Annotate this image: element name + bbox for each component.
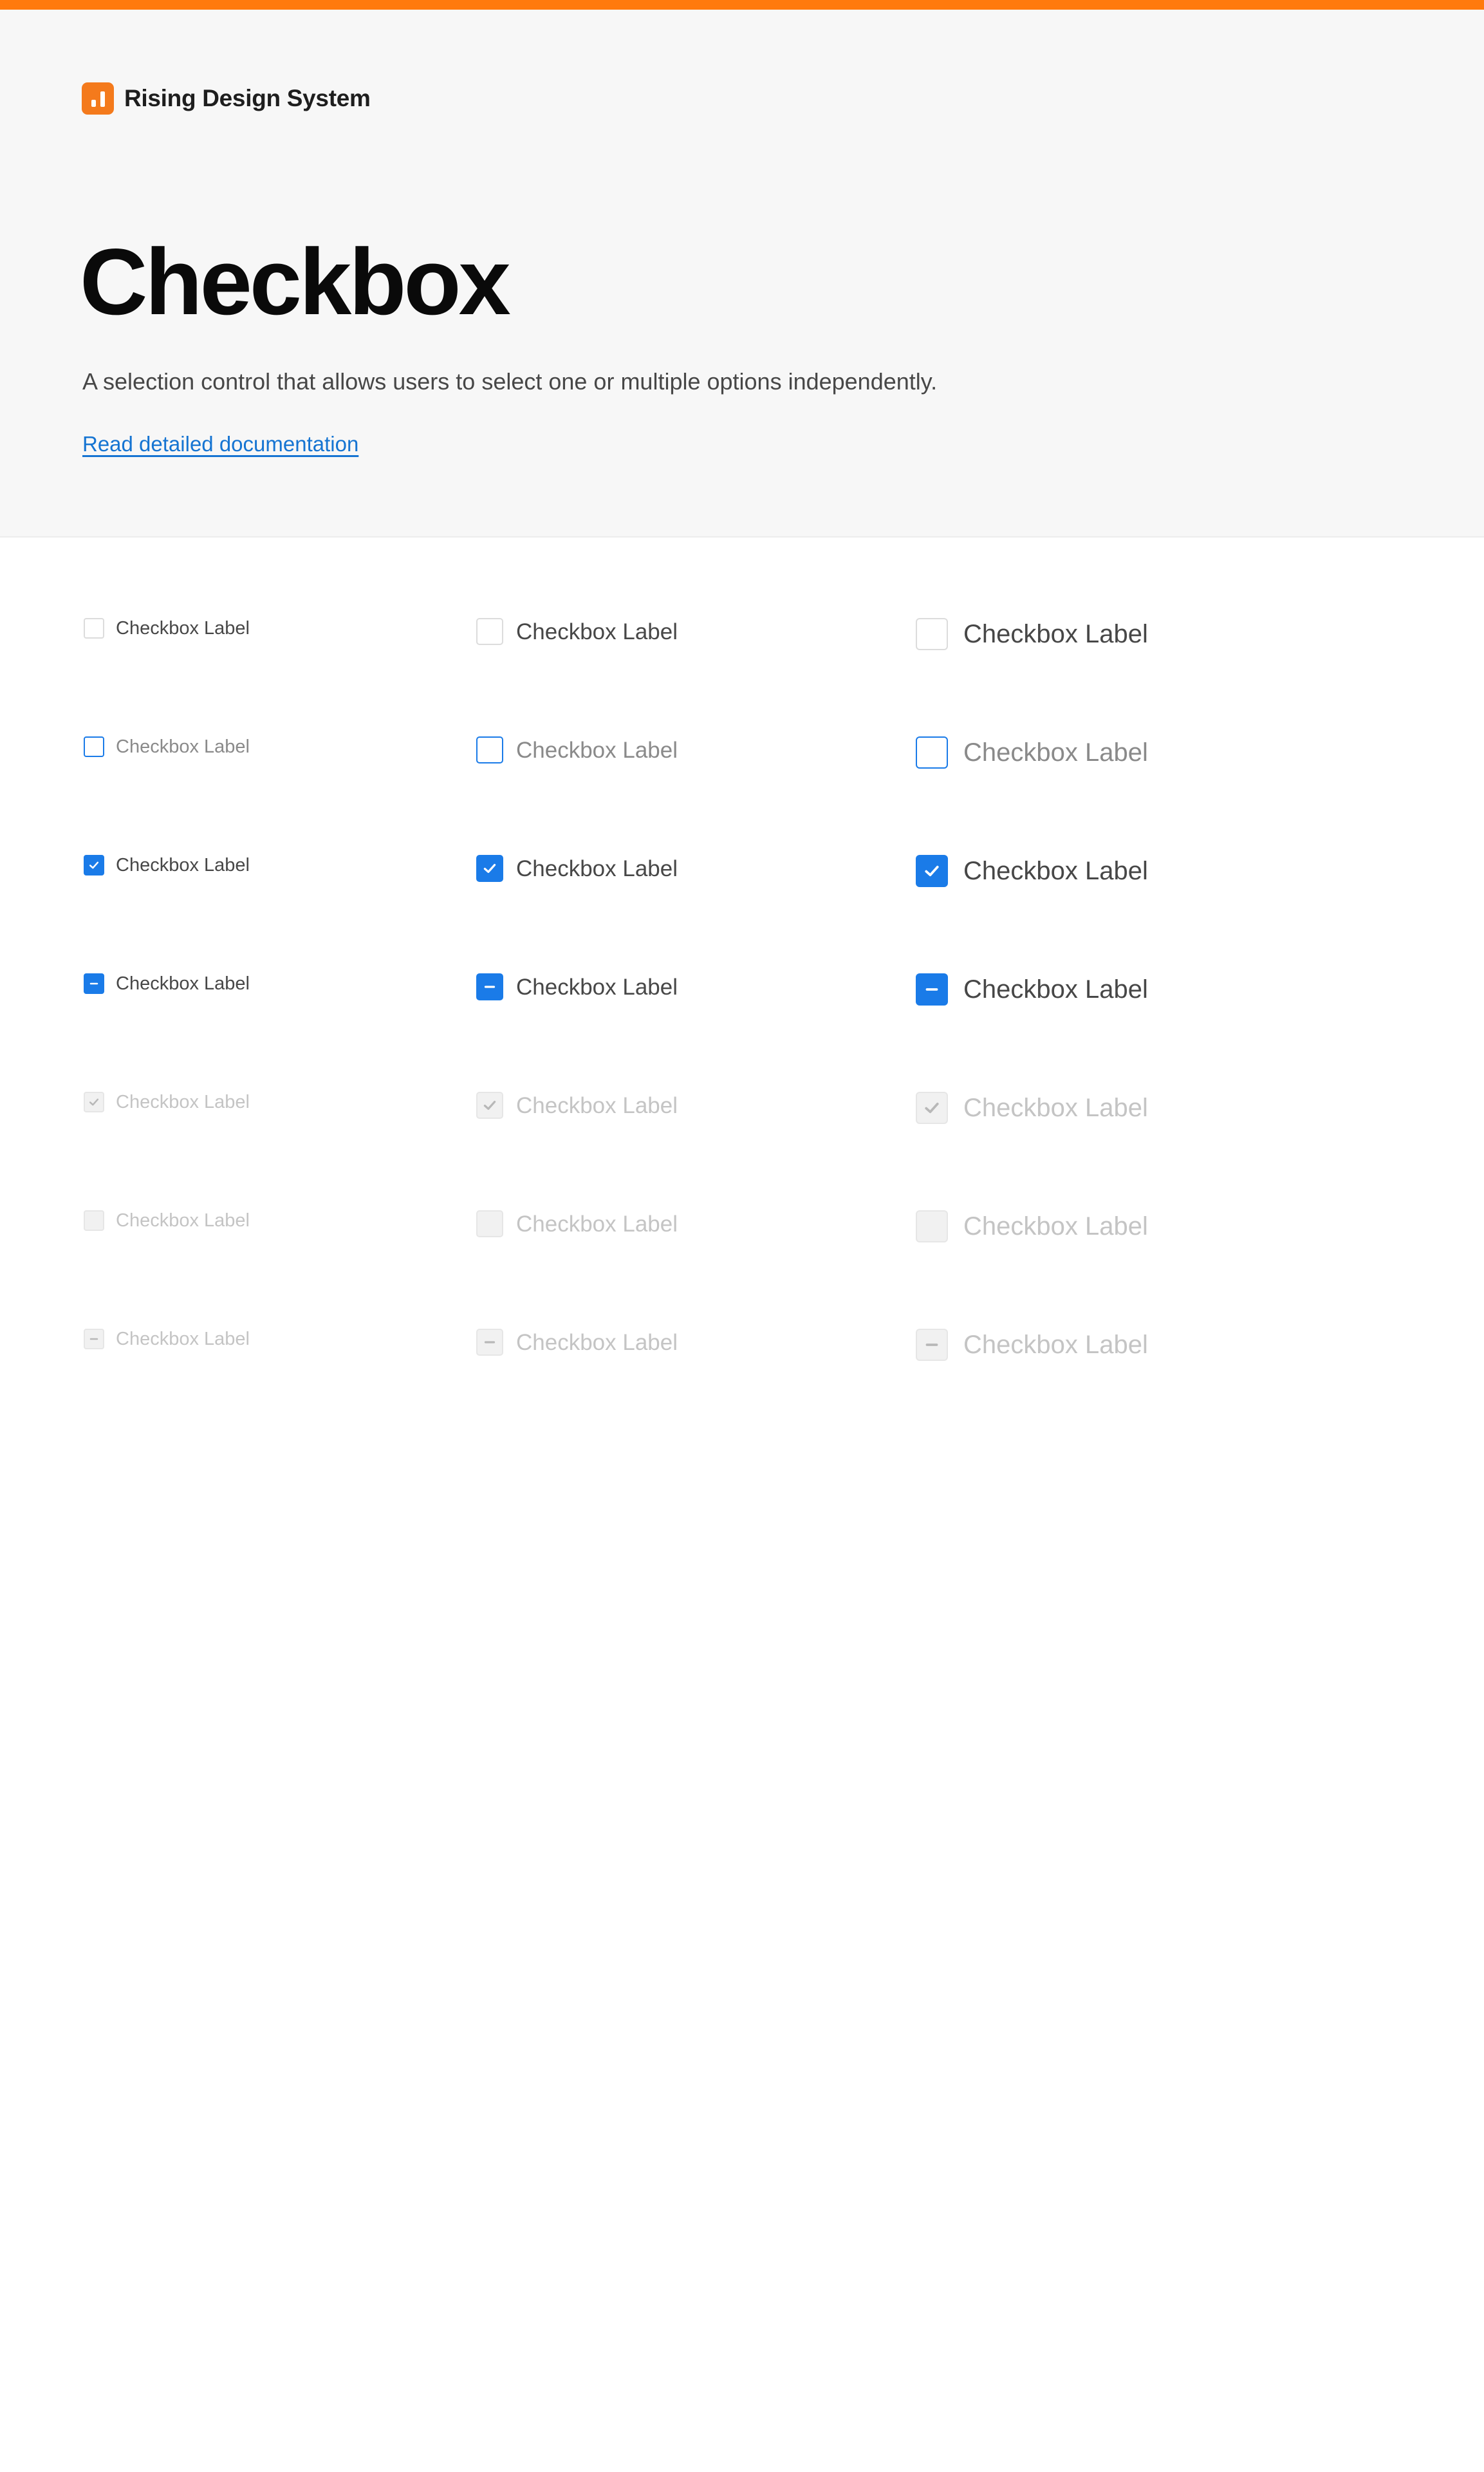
checkmark-icon: [84, 855, 104, 876]
checkbox-default-md[interactable]: Checkbox Label: [476, 618, 678, 645]
checkbox-label: Checkbox Label: [963, 857, 1148, 885]
minus-icon: [84, 973, 104, 994]
minus-icon: [476, 973, 503, 1000]
checkbox-row-checked: Checkbox Label Checkbox Label Checkbox Lab…: [0, 855, 1484, 894]
checkbox-row-default: Checkbox Label Checkbox Label Checkbox Lab…: [0, 618, 1484, 657]
checkbox-disabled-indeterminate-md: Checkbox Label: [476, 1329, 678, 1356]
checkbox-label: Checkbox Label: [963, 975, 1148, 1004]
focused-checkbox-icon: [84, 736, 104, 757]
checkbox-row-focused: Checkbox Label Checkbox Label Checkbox Lab…: [0, 736, 1484, 775]
checkbox-label: Checkbox Label: [116, 854, 250, 876]
checkbox-label: Checkbox Label: [516, 974, 678, 1000]
checkbox-label: Checkbox Label: [963, 738, 1148, 767]
checkmark-icon: [916, 1092, 948, 1124]
checkbox-label: Checkbox Label: [116, 736, 250, 757]
empty-checkbox-icon: [916, 1210, 948, 1242]
focused-checkbox-icon: [476, 736, 503, 763]
checkbox-indeterminate-sm[interactable]: Checkbox Label: [84, 973, 250, 994]
focused-checkbox-icon: [916, 736, 948, 769]
documentation-link[interactable]: Read detailed documentation: [82, 432, 358, 456]
checkbox-label: Checkbox Label: [516, 856, 678, 881]
checkmark-icon: [476, 1092, 503, 1119]
minus-icon: [916, 973, 948, 1006]
empty-checkbox-icon: [476, 1210, 503, 1237]
checkmark-icon: [84, 1092, 104, 1112]
checkbox-row-disabled-checked: Checkbox Label Checkbox Label Checkbox Lab…: [0, 1092, 1484, 1130]
empty-checkbox-icon: [476, 618, 503, 645]
page-description: A selection control that allows users to…: [82, 368, 938, 395]
minus-icon: [476, 1329, 503, 1356]
checkbox-disabled-md: Checkbox Label: [476, 1210, 678, 1237]
checkbox-disabled-checked-sm: Checkbox Label: [84, 1092, 250, 1112]
checkbox-label: Checkbox Label: [516, 1211, 678, 1237]
checkbox-label: Checkbox Label: [963, 1212, 1148, 1241]
checkbox-disabled-indeterminate-lg: Checkbox Label: [916, 1329, 1148, 1361]
checkbox-row-disabled: Checkbox Label Checkbox Label Checkbox Lab…: [0, 1210, 1484, 1249]
checkbox-label: Checkbox Label: [516, 737, 678, 763]
checkbox-disabled-indeterminate-sm: Checkbox Label: [84, 1329, 250, 1349]
empty-checkbox-icon: [916, 618, 948, 650]
checkmark-icon: [916, 855, 948, 887]
minus-icon: [84, 1329, 104, 1349]
checkbox-row-indeterminate: Checkbox Label Checkbox Label Checkbox Lab…: [0, 973, 1484, 1012]
page-header: Rising Design System Checkbox A selectio…: [0, 10, 1484, 538]
checkbox-label: Checkbox Label: [116, 617, 250, 639]
checkbox-default-lg[interactable]: Checkbox Label: [916, 618, 1148, 650]
checkbox-disabled-lg: Checkbox Label: [916, 1210, 1148, 1242]
brand[interactable]: Rising Design System: [82, 82, 371, 115]
checkbox-label: Checkbox Label: [516, 1092, 678, 1118]
checkbox-disabled-checked-lg: Checkbox Label: [916, 1092, 1148, 1124]
checkbox-label: Checkbox Label: [116, 1328, 250, 1349]
brand-name: Rising Design System: [124, 85, 371, 111]
bar-chart-logo-icon: [82, 82, 114, 115]
checkbox-label: Checkbox Label: [116, 1210, 250, 1231]
checkmark-icon: [476, 855, 503, 882]
top-accent-bar: [0, 0, 1484, 10]
checkbox-label: Checkbox Label: [516, 619, 678, 644]
checkbox-checked-sm[interactable]: Checkbox Label: [84, 855, 250, 876]
checkbox-indeterminate-md[interactable]: Checkbox Label: [476, 973, 678, 1000]
checkbox-focused-md[interactable]: Checkbox Label: [476, 736, 678, 763]
checkbox-label: Checkbox Label: [963, 1094, 1148, 1122]
checkbox-row-disabled-indeterminate: Checkbox Label Checkbox Label Checkbox Lab…: [0, 1329, 1484, 1367]
checkbox-label: Checkbox Label: [963, 620, 1148, 648]
checkbox-disabled-sm: Checkbox Label: [84, 1210, 250, 1231]
page-title: Checkbox: [80, 229, 511, 334]
empty-checkbox-icon: [84, 1210, 104, 1231]
checkbox-label: Checkbox Label: [963, 1331, 1148, 1359]
checkbox-disabled-checked-md: Checkbox Label: [476, 1092, 678, 1119]
checkbox-indeterminate-lg[interactable]: Checkbox Label: [916, 973, 1148, 1006]
empty-checkbox-icon: [84, 618, 104, 639]
minus-icon: [916, 1329, 948, 1361]
checkbox-default-sm[interactable]: Checkbox Label: [84, 618, 250, 639]
checkbox-checked-lg[interactable]: Checkbox Label: [916, 855, 1148, 887]
checkbox-label: Checkbox Label: [116, 1091, 250, 1112]
checkbox-checked-md[interactable]: Checkbox Label: [476, 855, 678, 882]
checkbox-label: Checkbox Label: [516, 1329, 678, 1355]
checkbox-label: Checkbox Label: [116, 973, 250, 994]
checkbox-focused-lg[interactable]: Checkbox Label: [916, 736, 1148, 769]
checkbox-focused-sm[interactable]: Checkbox Label: [84, 736, 250, 757]
